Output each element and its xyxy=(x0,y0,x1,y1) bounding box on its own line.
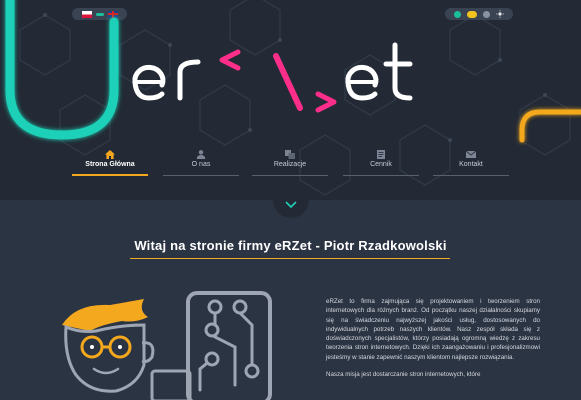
nav-item-pricing[interactable]: Cennik xyxy=(343,150,419,176)
nav-underline xyxy=(433,175,509,176)
nav-label: O nas xyxy=(191,161,211,168)
developer-illustration xyxy=(62,291,272,400)
main-navigation: Strona Główna O nas Realizacje Cennik Ko… xyxy=(0,150,581,176)
portfolio-icon xyxy=(285,150,295,159)
scroll-down-button[interactable] xyxy=(273,192,309,218)
nav-underline xyxy=(163,175,239,176)
mail-icon xyxy=(466,150,476,158)
nav-item-contact[interactable]: Kontakt xyxy=(433,150,509,176)
about-paragraph: Nasza misja jest dostarczanie stron inte… xyxy=(326,371,481,379)
nav-label: Cennik xyxy=(370,161,392,168)
nav-label: Kontakt xyxy=(459,161,483,168)
nav-item-portfolio[interactable]: Realizacje xyxy=(252,150,328,176)
nav-underline xyxy=(72,174,148,176)
hero-header: Strona Główna O nas Realizacje Cennik Ko… xyxy=(0,0,581,200)
person-icon xyxy=(196,150,206,159)
nav-underline xyxy=(343,175,419,176)
nav-label: Realizacje xyxy=(273,161,307,168)
home-icon xyxy=(105,150,115,159)
title-underline xyxy=(130,258,450,259)
nav-underline xyxy=(252,175,328,176)
chevron-down-icon xyxy=(285,201,297,209)
nav-item-about[interactable]: O nas xyxy=(163,150,239,176)
about-text: eRZet to firma zajmująca się projektowan… xyxy=(326,297,540,379)
nav-item-home[interactable]: Strona Główna xyxy=(72,150,148,176)
about-paragraph: eRZet to firma zajmująca się projektowan… xyxy=(326,298,540,361)
nav-label: Strona Główna xyxy=(85,161,135,168)
page-title: Witaj na stronie firmy eRZet - Piotr Rza… xyxy=(134,238,447,253)
pricelist-icon xyxy=(377,150,385,159)
